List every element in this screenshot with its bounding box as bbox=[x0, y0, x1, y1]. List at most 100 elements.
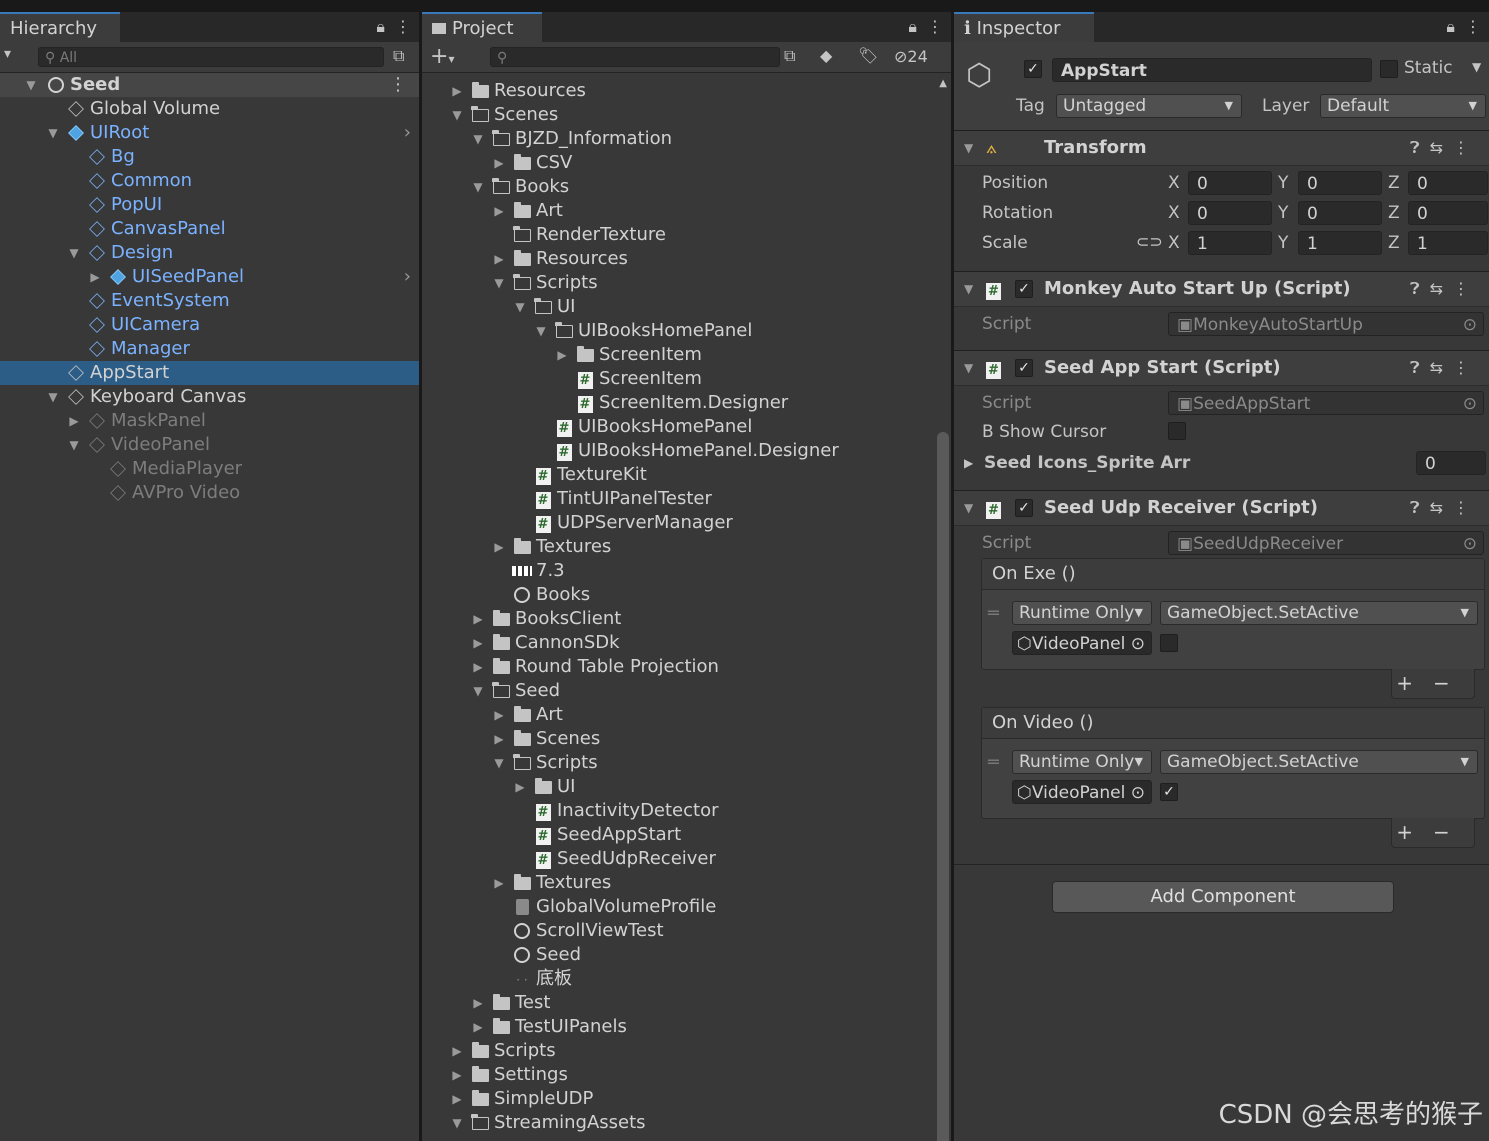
active-checkbox[interactable]: ✓ bbox=[1024, 60, 1042, 78]
chevron-right-icon[interactable]: ▶ bbox=[492, 151, 506, 175]
hierarchy-item[interactable]: Bg bbox=[0, 145, 419, 169]
filter-type-icon[interactable]: ◆ bbox=[820, 46, 832, 65]
chevron-down-icon[interactable]: ▼ bbox=[471, 127, 485, 151]
project-item[interactable]: ▶ Textures bbox=[422, 871, 951, 895]
chevron-right-icon[interactable]: ▶ bbox=[471, 1015, 485, 1039]
transform-header[interactable]: ▼ ⟑ Transform ❓︎⇆⋮ bbox=[954, 130, 1489, 166]
chevron-down-icon[interactable]: ▼ bbox=[46, 385, 60, 409]
chevron-down-icon[interactable]: ▼ bbox=[450, 1111, 464, 1135]
add-listener-button[interactable]: + bbox=[1396, 820, 1433, 844]
project-item[interactable]: GlobalVolumeProfile bbox=[422, 895, 951, 919]
hierarchy-item[interactable]: ▼ UIRoot › bbox=[0, 121, 419, 145]
help-icon[interactable]: ❓︎ bbox=[1410, 358, 1430, 377]
drag-handle-icon[interactable]: ═ bbox=[988, 752, 999, 773]
chevron-right-icon[interactable]: ▶ bbox=[471, 607, 485, 631]
project-item[interactable]: RenderTexture bbox=[422, 223, 951, 247]
object-picker-icon[interactable]: ⊙ bbox=[1130, 632, 1145, 654]
monkey-auto-start-header[interactable]: ▼ # ✓ Monkey Auto Start Up (Script) ❓︎⇆⋮ bbox=[954, 271, 1489, 307]
project-item[interactable]: ▶ Art bbox=[422, 703, 951, 727]
project-item[interactable]: ▶ Test bbox=[422, 991, 951, 1015]
kebab-menu-icon[interactable]: ⋮ bbox=[395, 17, 411, 36]
project-item[interactable]: # SeedUdpReceiver bbox=[422, 847, 951, 871]
hierarchy-item[interactable]: ▶ UISeedPanel › bbox=[0, 265, 419, 289]
help-icon[interactable]: ❓︎ bbox=[1410, 498, 1430, 517]
runtime-mode-dropdown[interactable]: Runtime Only ▼ bbox=[1012, 750, 1152, 774]
remove-listener-button[interactable]: − bbox=[1433, 820, 1470, 844]
component-enabled-checkbox[interactable]: ✓ bbox=[1015, 280, 1033, 298]
object-picker-icon[interactable]: ⊙ bbox=[1463, 313, 1477, 335]
chevron-right-icon[interactable]: › bbox=[404, 121, 411, 145]
scale-y-field[interactable]: 1 bbox=[1298, 231, 1382, 255]
add-listener-button[interactable]: + bbox=[1396, 671, 1433, 695]
project-item[interactable]: ▶ Settings bbox=[422, 1063, 951, 1087]
preset-icon[interactable]: ⇆ bbox=[1430, 358, 1453, 377]
layer-dropdown[interactable]: Default ▼ bbox=[1320, 94, 1486, 118]
component-enabled-checkbox[interactable]: ✓ bbox=[1015, 499, 1033, 517]
chevron-right-icon[interactable]: › bbox=[404, 265, 411, 289]
project-item[interactable]: ▼ BJZD_Information bbox=[422, 127, 951, 151]
hierarchy-item[interactable]: AppStart bbox=[0, 361, 419, 385]
rotation-y-field[interactable]: 0 bbox=[1298, 201, 1382, 225]
runtime-mode-dropdown[interactable]: Runtime Only ▼ bbox=[1012, 601, 1152, 625]
project-item[interactable]: ▶ Resources bbox=[422, 247, 951, 271]
project-item[interactable]: Seed bbox=[422, 943, 951, 967]
chevron-down-icon[interactable]: ▼ bbox=[964, 351, 973, 385]
project-item[interactable]: ▼ UIBooksHomePanel bbox=[422, 319, 951, 343]
position-y-field[interactable]: 0 bbox=[1298, 171, 1382, 195]
script-field[interactable]: ▣MonkeyAutoStartUp ⊙ bbox=[1168, 312, 1484, 336]
chevron-right-icon[interactable]: ▶ bbox=[450, 1063, 464, 1087]
project-item[interactable]: ▶ Round Table Projection bbox=[422, 655, 951, 679]
hierarchy-item[interactable]: CanvasPanel bbox=[0, 217, 419, 241]
scene-row[interactable]: ▼ Seed ⋮ bbox=[0, 73, 419, 97]
project-item[interactable]: ▼ Seed bbox=[422, 679, 951, 703]
project-item[interactable]: ▶ Scenes bbox=[422, 727, 951, 751]
add-component-button[interactable]: Add Component bbox=[1052, 881, 1394, 913]
hierarchy-item[interactable]: EventSystem bbox=[0, 289, 419, 313]
target-object-field[interactable]: ⬡VideoPanel ⊙ bbox=[1012, 631, 1152, 655]
gameobject-cube-icon[interactable]: ⬡ bbox=[966, 58, 992, 93]
project-item[interactable]: # TextureKit bbox=[422, 463, 951, 487]
preset-icon[interactable]: ⇆ bbox=[1430, 138, 1453, 157]
project-item[interactable]: ▶ SimpleUDP bbox=[422, 1087, 951, 1111]
project-item[interactable]: # UIBooksHomePanel bbox=[422, 415, 951, 439]
set-active-checkbox[interactable] bbox=[1160, 634, 1178, 652]
chevron-down-icon[interactable]: ▼ bbox=[964, 491, 973, 525]
scene-visibility-icon[interactable]: ⧉ bbox=[393, 46, 404, 66]
chevron-down-icon[interactable]: ▼ bbox=[964, 272, 973, 306]
hierarchy-item[interactable]: ▼ Design bbox=[0, 241, 419, 265]
project-item[interactable]: # InactivityDetector bbox=[422, 799, 951, 823]
remove-listener-button[interactable]: − bbox=[1433, 671, 1470, 695]
project-item[interactable]: · · 底板 bbox=[422, 967, 951, 991]
project-item[interactable]: # SeedAppStart bbox=[422, 823, 951, 847]
function-dropdown[interactable]: GameObject.SetActive ▼ bbox=[1160, 601, 1478, 625]
project-item[interactable]: ▶ Art bbox=[422, 199, 951, 223]
link-scale-icon[interactable]: ⊂⊃ bbox=[1136, 232, 1163, 251]
static-checkbox[interactable] bbox=[1380, 60, 1398, 78]
hierarchy-item[interactable]: Common bbox=[0, 169, 419, 193]
project-item[interactable]: ▶ TestUIPanels bbox=[422, 1015, 951, 1039]
hierarchy-item[interactable]: PopUI bbox=[0, 193, 419, 217]
tag-dropdown[interactable]: Untagged ▼ bbox=[1056, 94, 1242, 118]
project-search-input[interactable]: ⚲ bbox=[490, 47, 780, 67]
hierarchy-item[interactable]: AVPro Video bbox=[0, 481, 419, 505]
project-item[interactable]: ▶ ScreenItem bbox=[422, 343, 951, 367]
project-item[interactable]: ▶ Scripts bbox=[422, 1039, 951, 1063]
position-z-field[interactable]: 0 bbox=[1408, 171, 1488, 195]
chevron-down-icon[interactable]: ▼ bbox=[67, 433, 81, 457]
project-item[interactable]: ▶ Textures bbox=[422, 535, 951, 559]
chevron-down-icon[interactable]: ▼ bbox=[450, 103, 464, 127]
lock-icon[interactable]: 🔒︎ bbox=[376, 17, 385, 36]
tab-hierarchy[interactable]: Hierarchy bbox=[0, 12, 120, 42]
label-tag-icon[interactable]: 🏷︎ bbox=[858, 46, 878, 65]
project-item[interactable]: ScrollViewTest bbox=[422, 919, 951, 943]
project-item[interactable]: ▶ CSV bbox=[422, 151, 951, 175]
chevron-down-icon[interactable]: ▼ bbox=[24, 73, 38, 97]
project-item[interactable]: # ScreenItem.Designer bbox=[422, 391, 951, 415]
chevron-right-icon[interactable]: ▶ bbox=[964, 456, 973, 470]
kebab-menu-icon[interactable]: ⋮ bbox=[1453, 358, 1479, 377]
project-item[interactable]: ▼ Scenes bbox=[422, 103, 951, 127]
object-picker-icon[interactable]: ⊙ bbox=[1463, 532, 1477, 554]
scene-menu-icon[interactable]: ⋮ bbox=[389, 73, 407, 97]
project-item[interactable]: ▼ Books bbox=[422, 175, 951, 199]
chevron-down-icon[interactable]: ▼ bbox=[46, 121, 60, 145]
